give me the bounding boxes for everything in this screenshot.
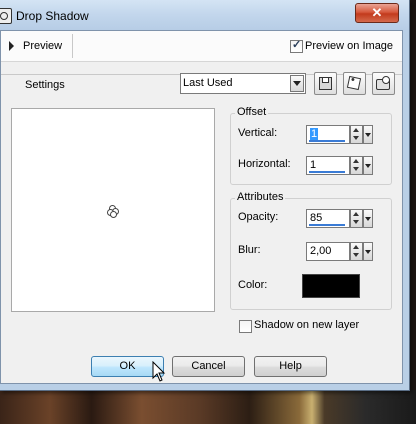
slider-track[interactable]	[309, 140, 345, 142]
title-bar[interactable]: Drop Shadow ✕	[0, 0, 409, 30]
dialog-client-area: Preview Preview on Image Settings Last U…	[0, 30, 403, 384]
app-icon	[0, 8, 12, 24]
blur-value: 2,00	[310, 245, 332, 257]
opacity-slider-dropdown[interactable]	[363, 209, 373, 228]
reset-presets-icon[interactable]	[372, 72, 395, 95]
opacity-value: 85	[310, 212, 323, 224]
settings-label: Settings	[25, 79, 65, 91]
slider-track[interactable]	[309, 224, 345, 226]
shadow-on-new-layer-label[interactable]: Shadow on new layer	[254, 319, 359, 331]
desktop-background	[0, 390, 416, 424]
randomize-dice-icon[interactable]	[343, 72, 366, 95]
vertical-label: Vertical:	[238, 127, 278, 139]
opacity-label: Opacity:	[238, 211, 279, 223]
color-label: Color:	[238, 279, 268, 291]
vertical-spinner[interactable]	[350, 125, 363, 144]
attributes-group-title: Attributes	[235, 191, 286, 203]
horizontal-input[interactable]: 1	[306, 156, 350, 175]
blur-input[interactable]: 2,00	[306, 242, 350, 261]
preview-toggle[interactable]: Preview	[23, 40, 62, 52]
vertical-input[interactable]: 1	[306, 125, 350, 144]
offset-group-title: Offset	[235, 106, 269, 118]
help-button[interactable]: Help	[254, 356, 327, 377]
drop-shadow-dialog: Drop Shadow ✕ Preview Preview on Image S…	[0, 0, 410, 391]
expand-arrow-icon[interactable]	[9, 41, 14, 51]
horizontal-spinner[interactable]	[350, 156, 363, 175]
opacity-spinner[interactable]	[350, 209, 363, 228]
blur-label: Blur:	[238, 244, 261, 256]
separator	[72, 34, 73, 58]
preview-pane[interactable]	[11, 108, 215, 312]
shadow-on-new-layer-checkbox[interactable]	[239, 320, 252, 333]
preview-toolbar: Preview Preview on Image	[1, 31, 402, 62]
horizontal-label: Horizontal:	[238, 158, 291, 170]
slider-track[interactable]	[309, 171, 345, 173]
preview-on-image-label[interactable]: Preview on Image	[305, 40, 393, 52]
preview-on-image-checkbox[interactable]	[290, 38, 303, 53]
preset-dropdown[interactable]: Last Used	[180, 73, 306, 94]
opacity-input[interactable]: 85	[306, 209, 350, 228]
horizontal-slider-dropdown[interactable]	[363, 156, 373, 175]
dialog-title: Drop Shadow	[16, 9, 89, 23]
close-button[interactable]: ✕	[355, 3, 399, 23]
vertical-value: 1	[310, 128, 319, 140]
navigator-target-icon[interactable]	[107, 205, 119, 218]
shadow-color-swatch[interactable]	[302, 274, 360, 298]
blur-spinner[interactable]	[350, 242, 363, 261]
horizontal-value: 1	[310, 159, 317, 171]
save-preset-icon[interactable]	[314, 72, 337, 95]
cancel-button[interactable]: Cancel	[172, 356, 245, 377]
blur-slider-dropdown[interactable]	[363, 242, 373, 261]
preset-dropdown-value: Last Used	[183, 77, 233, 89]
chevron-down-icon[interactable]	[290, 75, 304, 92]
vertical-slider-dropdown[interactable]	[363, 125, 373, 144]
